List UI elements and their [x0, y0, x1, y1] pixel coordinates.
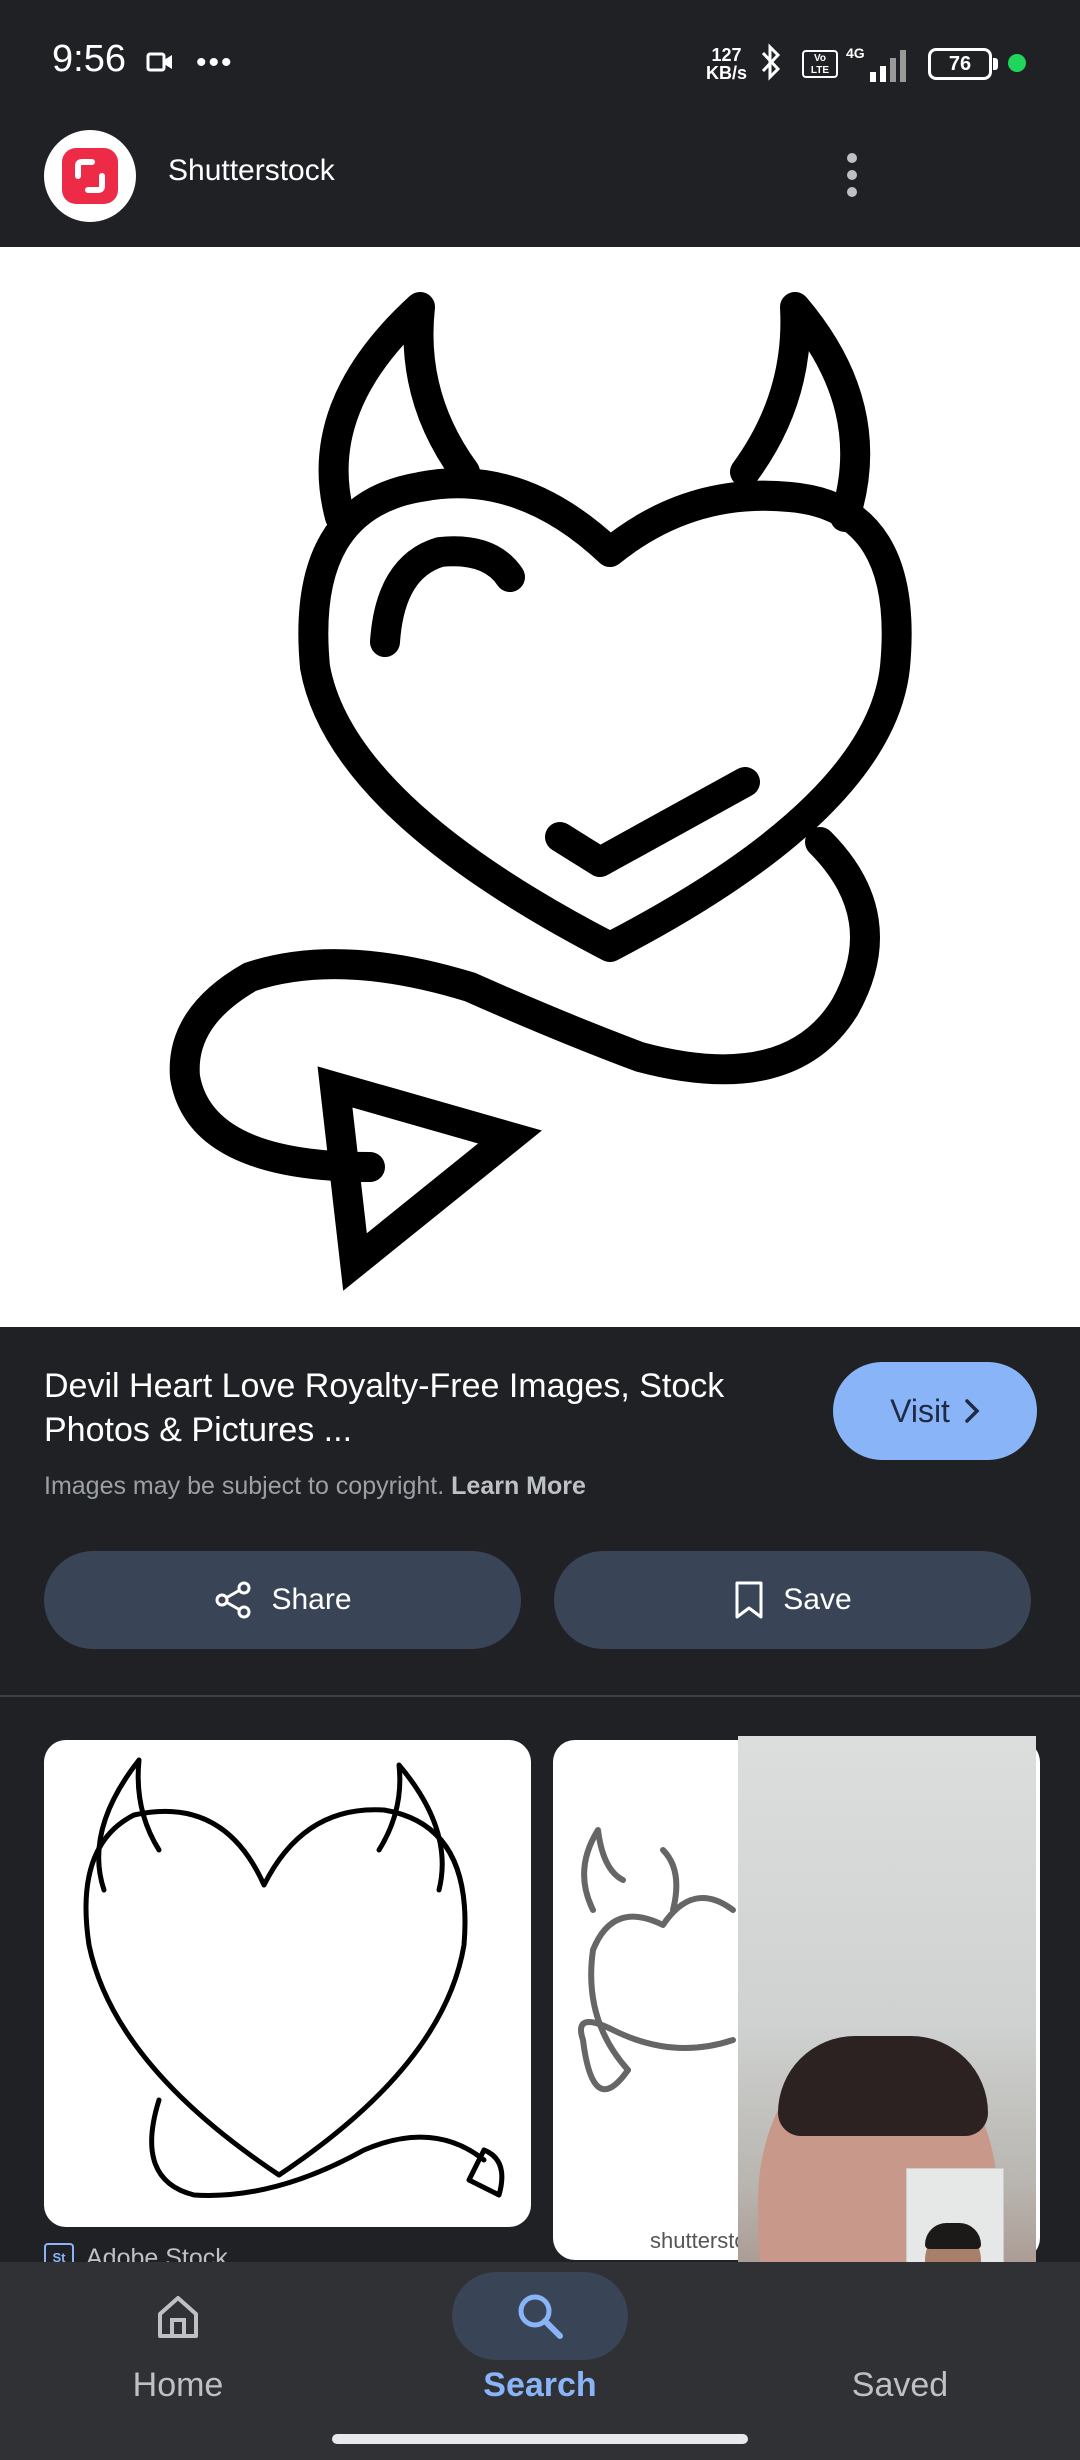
remote-participant-hair: [778, 2036, 988, 2136]
battery-nub: [993, 58, 998, 70]
learn-more-link[interactable]: Learn More: [451, 1472, 586, 1500]
status-time: 9:56: [52, 38, 126, 80]
share-button[interactable]: Share: [44, 1551, 521, 1649]
shutterstock-logo-mark: [62, 148, 118, 204]
main-image[interactable]: [0, 247, 1080, 1327]
copyright-notice: Images may be subject to copyright. Lear…: [44, 1472, 586, 1500]
source-title[interactable]: Shutterstock: [168, 154, 335, 188]
nav-saved[interactable]: Saved: [790, 2272, 1010, 2422]
save-button[interactable]: Save: [554, 1551, 1031, 1649]
network-speed: 127 KB/s: [706, 45, 748, 83]
bookmark-icon: [735, 1581, 763, 1619]
svg-text:4G: 4G: [846, 45, 865, 61]
section-divider: [0, 1695, 1080, 1697]
search-icon: [518, 2294, 563, 2339]
nav-search[interactable]: Search: [430, 2272, 650, 2422]
bluetooth-icon: [761, 43, 781, 81]
nav-home[interactable]: Home: [68, 2272, 288, 2422]
visit-button[interactable]: Visit: [833, 1362, 1037, 1460]
battery-indicator: 76: [928, 48, 992, 80]
related-image-card[interactable]: [44, 1740, 531, 2227]
gesture-home-bar[interactable]: [332, 2434, 748, 2444]
privacy-indicator-dot: [1008, 54, 1026, 72]
self-view-hair: [925, 2223, 981, 2249]
home-icon: [158, 2296, 198, 2338]
share-icon: [215, 1581, 251, 1619]
volte-icon: Vo LTE: [802, 50, 838, 78]
result-title[interactable]: Devil Heart Love Royalty-Free Images, St…: [44, 1364, 804, 1452]
source-header: [0, 120, 1080, 247]
video-camera-icon: [146, 52, 172, 72]
signal-icon: 4G: [846, 45, 906, 82]
more-notifications-icon: •••: [196, 46, 234, 79]
chevron-right-icon: [965, 1399, 980, 1423]
more-options-icon[interactable]: [840, 150, 864, 200]
